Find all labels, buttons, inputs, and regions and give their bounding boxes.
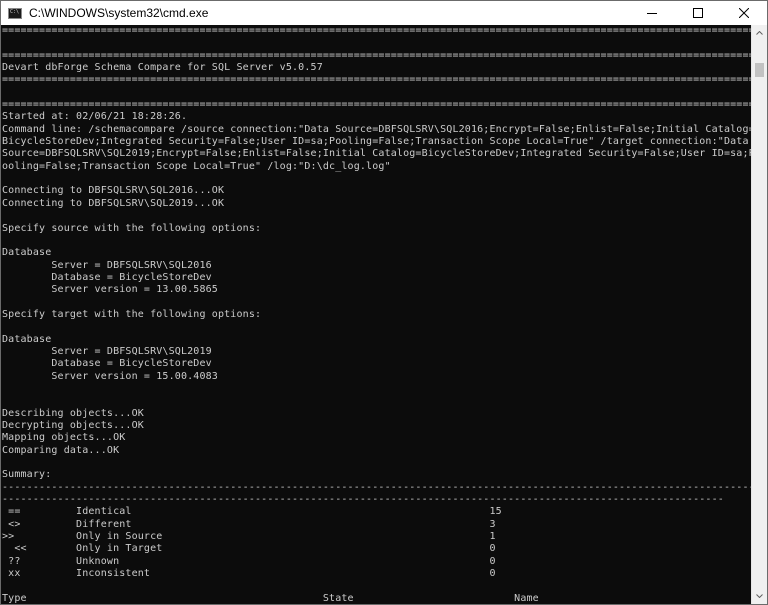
console-line: ========================================… (2, 99, 753, 111)
console-line: ========================================… (2, 74, 753, 86)
console-line: BicycleStoreDev;Integrated Security=Fals… (2, 136, 749, 148)
console-line: ========================================… (2, 49, 753, 61)
console-line: << Only in Target 0 (2, 543, 496, 555)
console-line: xx Inconsistent 0 (2, 568, 496, 580)
console-line: ?? Unknown 0 (2, 555, 496, 567)
minimize-icon (647, 13, 657, 14)
console-line: Mapping objects...OK (2, 432, 126, 444)
console-line: Database = BicycleStoreDev (2, 358, 212, 370)
scroll-down-button[interactable] (752, 588, 767, 604)
console-line: Specify source with the following option… (2, 222, 262, 234)
console-line: Source=DBFSQLSRV\SQL2019;Encrypt=False;E… (2, 148, 753, 160)
scroll-thumb[interactable] (755, 63, 764, 77)
scroll-up-button[interactable] (752, 25, 767, 41)
console-line: Connecting to DBFSQLSRV\SQL2016...OK (2, 185, 225, 197)
vertical-scrollbar[interactable] (751, 25, 767, 604)
console-line: ----------------------------------------… (2, 494, 724, 506)
console-line: Started at: 02/06/21 18:28:26. (2, 111, 188, 123)
console-window: C:\ C:\WINDOWS\system32\cmd.exe ========… (0, 0, 768, 605)
console-line: Database = BicycleStoreDev (2, 271, 212, 283)
console-line: Database (2, 247, 52, 259)
console-line: Database (2, 333, 52, 345)
maximize-icon (693, 8, 703, 18)
console-line: Specify target with the following option… (2, 308, 262, 320)
scroll-up-arrow-icon (756, 31, 763, 35)
window-title: C:\WINDOWS\system32\cmd.exe (29, 6, 209, 20)
console-line: == Identical 15 (2, 506, 502, 518)
console-line: Devart dbForge Schema Compare for SQL Se… (2, 62, 323, 74)
console-line: Server version = 13.00.5865 (2, 284, 218, 296)
console-line: ========================================… (2, 25, 753, 36)
minimize-button[interactable] (629, 1, 675, 25)
console-line: Describing objects...OK (2, 407, 144, 419)
console-line: Decrypting objects...OK (2, 420, 144, 431)
console-line: Command line: /schemacompare /source con… (2, 123, 753, 135)
close-icon (739, 8, 749, 18)
title-bar[interactable]: C:\ C:\WINDOWS\system32\cmd.exe (1, 1, 767, 25)
window-controls (629, 1, 767, 25)
console-output[interactable]: ========================================… (1, 25, 753, 604)
console-line: Summary: (2, 469, 52, 481)
console-line: Comparing data...OK (2, 444, 120, 456)
console-line: Server = DBFSQLSRV\SQL2019 (2, 345, 212, 357)
close-button[interactable] (721, 1, 767, 25)
console-line: ooling=False;Transaction Scope Local=Tru… (2, 160, 391, 172)
console-line: >> Only in Source 1 (2, 531, 496, 543)
console-line: Server version = 15.00.4083 (2, 370, 218, 382)
console-line: Connecting to DBFSQLSRV\SQL2019...OK (2, 197, 225, 209)
maximize-button[interactable] (675, 1, 721, 25)
scroll-down-arrow-icon (756, 594, 763, 598)
cmd-icon[interactable]: C:\ (8, 7, 22, 19)
console-line: Server = DBFSQLSRV\SQL2016 (2, 259, 212, 271)
console-line: <> Different 3 (2, 518, 496, 530)
console-line: Type State Name (2, 592, 539, 604)
console-line: ----------------------------------------… (2, 481, 753, 493)
